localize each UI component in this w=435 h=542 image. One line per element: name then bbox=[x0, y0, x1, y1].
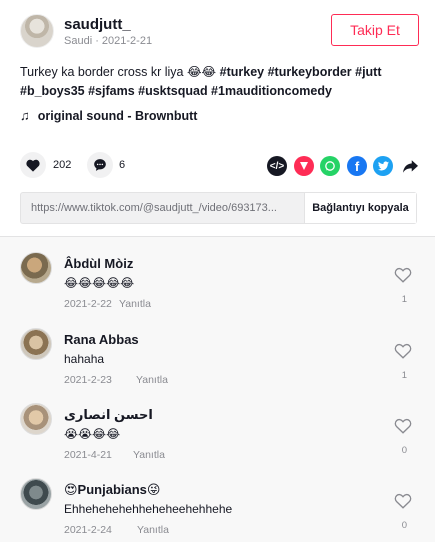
comment-date: 2021-2-22 bbox=[64, 298, 112, 310]
comment-author[interactable]: Rana Abbas bbox=[64, 332, 139, 347]
reply-button[interactable]: Yanıtla bbox=[133, 449, 165, 461]
sound-title[interactable]: original sound - Brownbutt bbox=[38, 109, 198, 123]
facebook-icon[interactable]: f bbox=[347, 156, 367, 176]
caption-hashtags-2[interactable]: #b_boys35 #sjfams #usktsquad #1maudition… bbox=[20, 84, 332, 98]
comment-bubble-icon bbox=[94, 159, 106, 171]
author-username[interactable]: saudjutt_ bbox=[64, 16, 131, 33]
post-header: saudjutt_ Saudi · 2021-2-21 Takip Et bbox=[20, 14, 419, 54]
action-bar: 202 6 </> f bbox=[20, 152, 419, 180]
comment-author[interactable]: 😍Punjabians😜 bbox=[64, 482, 160, 498]
embed-icon[interactable]: </> bbox=[267, 156, 287, 176]
comment-text: 😭😭😂😂 bbox=[64, 427, 121, 441]
comment-button[interactable] bbox=[87, 152, 113, 178]
post-meta: Saudi · 2021-2-21 bbox=[64, 35, 153, 47]
whatsapp-icon[interactable] bbox=[320, 156, 340, 176]
heart-icon[interactable] bbox=[394, 417, 412, 435]
reply-button[interactable]: Yanıtla bbox=[137, 524, 169, 536]
comment-date: 2021-2-24 bbox=[64, 524, 112, 536]
like-button[interactable] bbox=[20, 152, 46, 178]
comment-like-count: 1 bbox=[401, 370, 407, 381]
send-icon[interactable] bbox=[294, 156, 314, 176]
sound-link[interactable]: ♫ original sound - Brownbutt bbox=[20, 108, 197, 123]
author-avatar[interactable] bbox=[20, 14, 54, 48]
like-count: 202 bbox=[53, 159, 72, 171]
comment-date: 2021-2-23 bbox=[64, 374, 112, 386]
comment-count: 6 bbox=[119, 159, 126, 171]
avatar[interactable] bbox=[20, 252, 52, 284]
caption-hashtags-1[interactable]: #turkey #turkeyborder #jutt bbox=[220, 65, 382, 79]
music-note-icon: ♫ bbox=[20, 108, 30, 123]
comment-author[interactable]: Âbdùl Mòiz bbox=[64, 256, 133, 271]
comment-item: Rana Abbas hahaha 2021-2-23 Yanıtla 1 bbox=[0, 328, 435, 403]
caption-text: Turkey ka border cross kr liya 😂😂 bbox=[20, 65, 220, 79]
heart-icon[interactable] bbox=[394, 342, 412, 360]
share-link-box: https://www.tiktok.com/@saudjutt_/video/… bbox=[20, 192, 417, 224]
comment-text: hahaha bbox=[64, 352, 105, 366]
comment-text: Ehhehehehehheheheehehhehe bbox=[64, 502, 233, 516]
heart-icon[interactable] bbox=[394, 492, 412, 510]
comment-date: 2021-4-21 bbox=[64, 449, 112, 461]
reply-button[interactable]: Yanıtla bbox=[119, 298, 151, 310]
follow-button[interactable]: Takip Et bbox=[331, 14, 419, 46]
heart-icon bbox=[26, 159, 40, 172]
post-caption: Turkey ka border cross kr liya 😂😂 #turke… bbox=[20, 63, 420, 101]
heart-icon[interactable] bbox=[394, 266, 412, 284]
avatar[interactable] bbox=[20, 328, 52, 360]
twitter-icon[interactable] bbox=[373, 156, 393, 176]
comment-like-count: 0 bbox=[401, 445, 407, 456]
comment-item: 😍Punjabians😜 Ehhehehehehheheheehehhehe 2… bbox=[0, 478, 435, 542]
comment-item: احسن انصاری 😭😭😂😂 2021-4-21 Yanıtla 0 bbox=[0, 403, 435, 478]
reply-button[interactable]: Yanıtla bbox=[136, 374, 168, 386]
comment-like-count: 0 bbox=[401, 520, 407, 531]
avatar[interactable] bbox=[20, 478, 52, 510]
comments-list: Âbdùl Mòiz 😂😂😂😂😂 2021-2-22 Yanıtla 1 Ran… bbox=[0, 237, 435, 542]
comment-item: Âbdùl Mòiz 😂😂😂😂😂 2021-2-22 Yanıtla 1 bbox=[0, 252, 435, 327]
avatar[interactable] bbox=[20, 403, 52, 435]
share-arrow-icon[interactable] bbox=[400, 156, 420, 176]
comment-text: 😂😂😂😂😂 bbox=[64, 276, 135, 290]
video-link-url[interactable]: https://www.tiktok.com/@saudjutt_/video/… bbox=[21, 193, 304, 223]
comment-author[interactable]: احسن انصاری bbox=[64, 407, 153, 423]
comment-like-count: 1 bbox=[401, 294, 407, 305]
copy-link-button[interactable]: Bağlantıyı kopyala bbox=[304, 193, 416, 223]
